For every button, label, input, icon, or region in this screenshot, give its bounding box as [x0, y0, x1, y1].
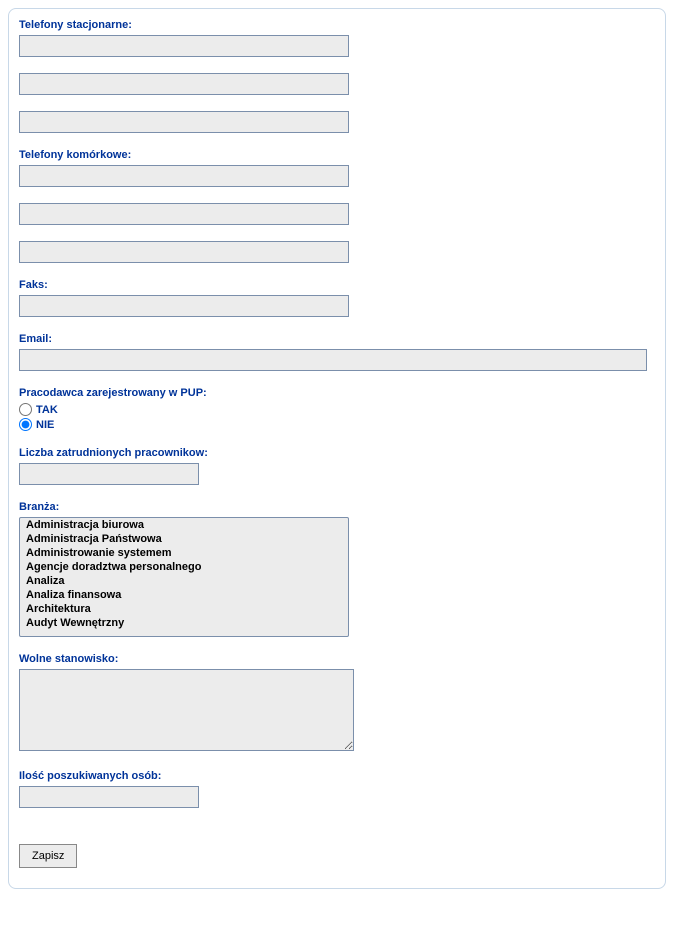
industry-option[interactable]: Analiza	[20, 574, 348, 588]
fax-group: Faks:	[19, 279, 655, 317]
landline-input-3[interactable]	[19, 111, 349, 133]
industry-option[interactable]: Agencje doradztwa personalnego	[20, 560, 348, 574]
mobile-input-2[interactable]	[19, 203, 349, 225]
industry-option[interactable]: Architektura	[20, 602, 348, 616]
save-button[interactable]: Zapisz	[19, 844, 77, 868]
industry-option[interactable]: Administracja Państwowa	[20, 532, 348, 546]
mobile-input-3[interactable]	[19, 241, 349, 263]
radio-no-label: NIE	[36, 419, 54, 431]
radio-yes[interactable]	[19, 403, 32, 416]
positions-count-input[interactable]	[19, 786, 199, 808]
radio-yes-row: TAK	[19, 403, 655, 416]
form-container: Telefony stacjonarne: Telefony komórkowe…	[0, 0, 674, 925]
landline-input-2[interactable]	[19, 73, 349, 95]
radio-yes-label: TAK	[36, 404, 58, 416]
industry-option[interactable]: Analiza finansowa	[20, 588, 348, 602]
fax-input[interactable]	[19, 295, 349, 317]
industry-option[interactable]: Audyt Wewnętrzny	[20, 616, 348, 630]
form-panel: Telefony stacjonarne: Telefony komórkowe…	[8, 8, 666, 889]
mobile-input-1[interactable]	[19, 165, 349, 187]
employee-count-label: Liczba zatrudnionych pracownikow:	[19, 447, 655, 459]
vacancy-label: Wolne stanowisko:	[19, 653, 655, 665]
employer-registered-label: Pracodawca zarejestrowany w PUP:	[19, 387, 655, 399]
radio-no-row: NIE	[19, 418, 655, 431]
industry-label: Branża:	[19, 501, 655, 513]
positions-count-group: Ilość poszukiwanych osób:	[19, 770, 655, 808]
employee-count-group: Liczba zatrudnionych pracownikow:	[19, 447, 655, 485]
landline-group: Telefony stacjonarne:	[19, 19, 655, 133]
fax-label: Faks:	[19, 279, 655, 291]
vacancy-textarea[interactable]	[19, 669, 354, 751]
landline-label: Telefony stacjonarne:	[19, 19, 655, 31]
employer-registered-group: Pracodawca zarejestrowany w PUP: TAK NIE	[19, 387, 655, 431]
email-group: Email:	[19, 333, 655, 371]
email-label: Email:	[19, 333, 655, 345]
landline-input-1[interactable]	[19, 35, 349, 57]
email-input[interactable]	[19, 349, 647, 371]
industry-group: Branża: Administracja biurowaAdministrac…	[19, 501, 655, 637]
mobile-label: Telefony komórkowe:	[19, 149, 655, 161]
vacancy-group: Wolne stanowisko:	[19, 653, 655, 754]
industry-select[interactable]: Administracja biurowaAdministracja Państ…	[19, 517, 349, 637]
industry-option[interactable]: Administrowanie systemem	[20, 546, 348, 560]
mobile-group: Telefony komórkowe:	[19, 149, 655, 263]
positions-count-label: Ilość poszukiwanych osób:	[19, 770, 655, 782]
industry-option[interactable]: Administracja biurowa	[20, 518, 348, 532]
radio-no[interactable]	[19, 418, 32, 431]
employee-count-input[interactable]	[19, 463, 199, 485]
